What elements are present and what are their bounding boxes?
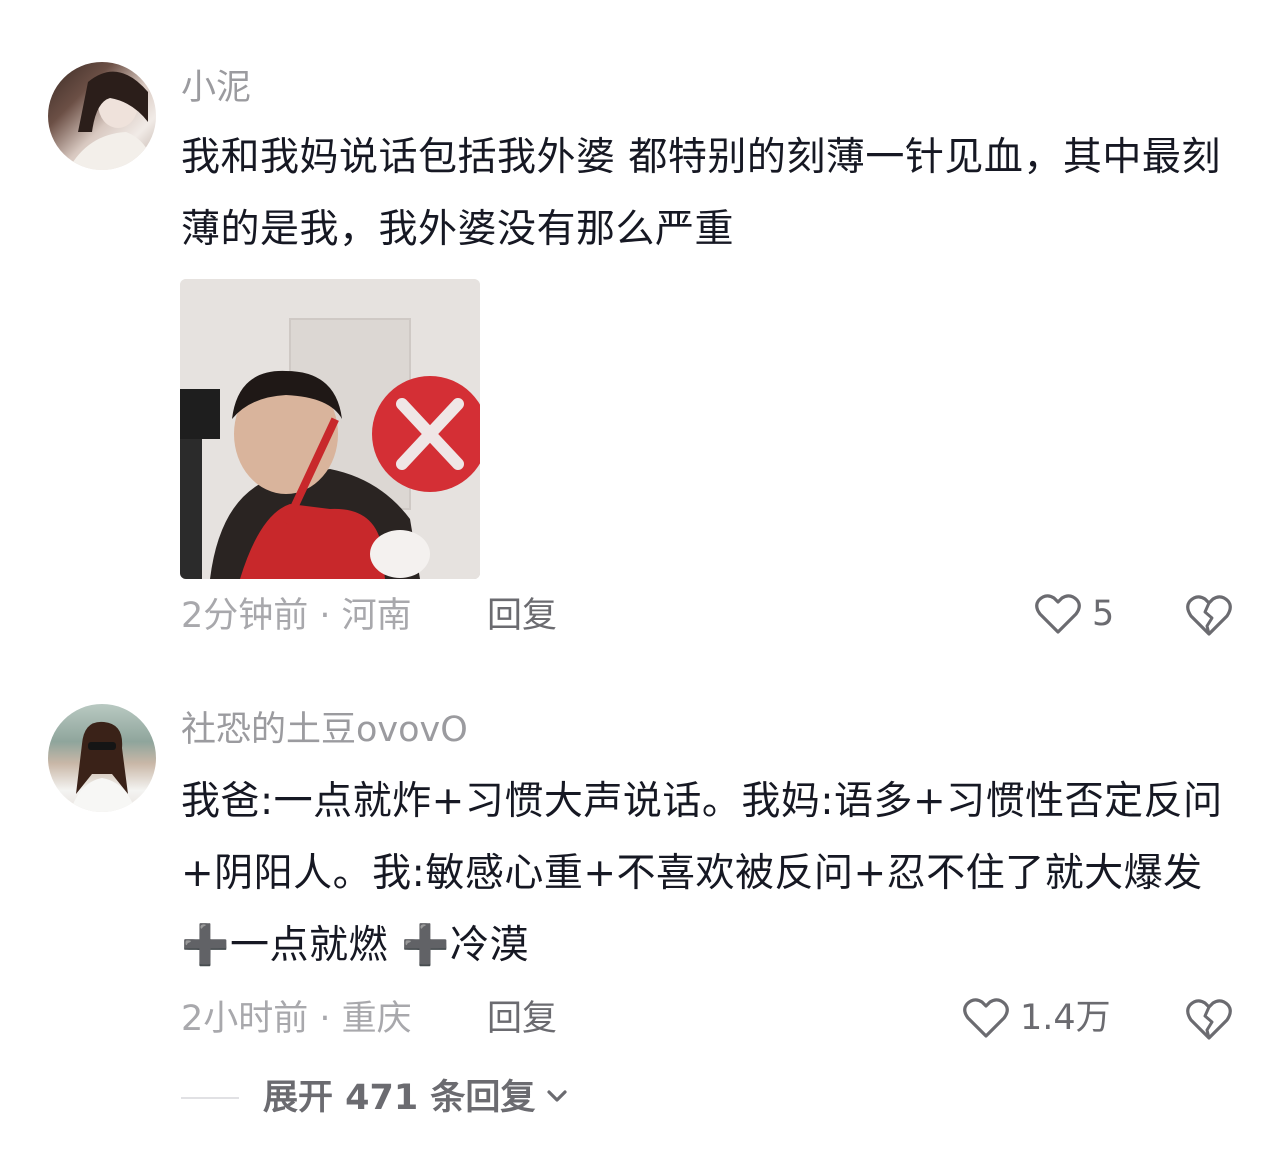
broken-heart-icon [1185, 592, 1233, 638]
comment-text: 我和我妈说话包括我外婆 都特别的刻薄一针见血，其中最刻薄的是我，我外婆没有那么严… [181, 135, 1221, 252]
divider [181, 1097, 239, 1099]
heart-outline-icon [962, 996, 1010, 1040]
username[interactable]: 社恐的土豆ovovO [181, 708, 468, 752]
dislike-button[interactable] [1185, 996, 1233, 1042]
comment-meta: 2小时前 · 重庆 [181, 999, 412, 1039]
chevron-down-icon [535, 1082, 571, 1114]
like-button[interactable]: 1.4万 [962, 996, 1111, 1040]
expand-replies-button[interactable]: 展开 471 条回复 [181, 1076, 571, 1120]
like-count: 1.4万 [1020, 998, 1111, 1038]
reply-button[interactable]: 回复 [487, 997, 557, 1041]
heart-outline-icon [1034, 592, 1082, 636]
username[interactable]: 小泥 [181, 66, 251, 110]
comment-image[interactable] [180, 279, 480, 579]
comment-text: 我爸:一点就炸+习惯大声说话。我妈:语多+习惯性否定反问+阴阳人。我:敏感心重+… [181, 779, 1223, 968]
avatar[interactable] [48, 704, 156, 812]
comment-meta: 2分钟前 · 河南 [181, 596, 412, 636]
comment-list: 小泥 我和我妈说话包括我外婆 都特别的刻薄一针见血，其中最刻薄的是我，我外婆没有… [0, 0, 1284, 1175]
dislike-button[interactable] [1185, 592, 1233, 638]
like-count: 5 [1092, 594, 1115, 634]
avatar[interactable] [48, 62, 156, 170]
broken-heart-icon [1185, 996, 1233, 1042]
like-button[interactable]: 5 [1034, 592, 1114, 636]
reply-button[interactable]: 回复 [487, 594, 557, 638]
expand-replies-label: 展开 471 条回复 [263, 1078, 536, 1118]
